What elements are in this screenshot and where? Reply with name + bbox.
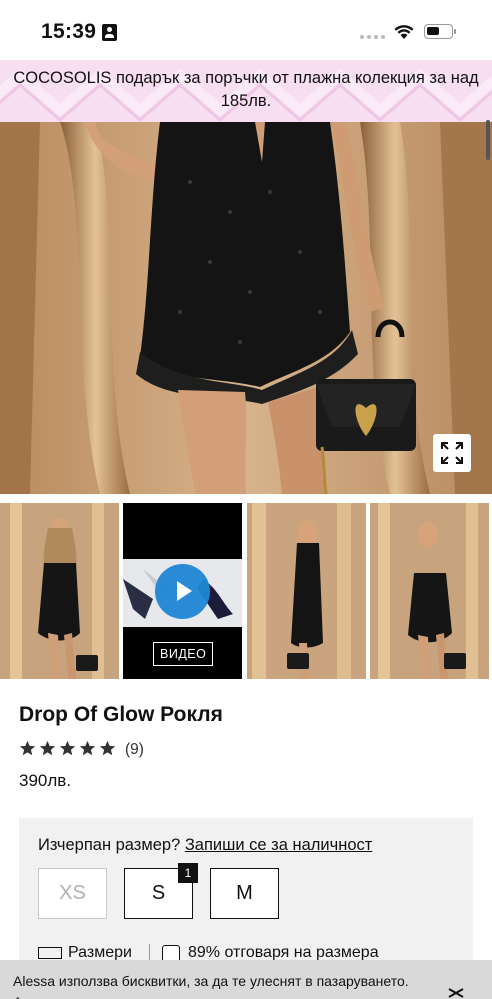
- id-card-icon: [102, 24, 117, 41]
- star-icon: [99, 740, 116, 756]
- product-title: Drop Of Glow Рокля: [19, 703, 223, 726]
- battery-tip: [454, 29, 456, 34]
- star-icon: [39, 740, 56, 756]
- wifi-icon: [394, 25, 414, 39]
- notify-availability-link[interactable]: Запиши се за наличност: [185, 836, 373, 854]
- close-icon[interactable]: [446, 987, 466, 999]
- out-of-stock-prompt: Изчерпан размер? Запиши се за наличност: [38, 836, 372, 855]
- play-icon[interactable]: [155, 564, 210, 619]
- size-option-m[interactable]: M: [210, 868, 279, 919]
- status-bar: 15:39: [0, 0, 492, 60]
- star-icon: [19, 740, 36, 756]
- size-option-xs[interactable]: XS: [38, 868, 107, 919]
- thumbnail-1[interactable]: [0, 503, 119, 679]
- battery-icon: [424, 24, 453, 39]
- product-price: 390лв.: [19, 771, 72, 790]
- review-count-link[interactable]: (9): [125, 741, 144, 759]
- fullscreen-button[interactable]: [433, 434, 471, 472]
- status-time: 15:39: [41, 20, 97, 43]
- star-icon: [79, 740, 96, 756]
- ruler-icon: [38, 947, 62, 959]
- video-label: ВИДЕО: [153, 642, 214, 666]
- thumbnail-4[interactable]: [370, 503, 489, 679]
- star-icon: [59, 740, 76, 756]
- rating-stars[interactable]: [19, 740, 116, 757]
- cookie-text: Alessa използва бисквитки, за да те улес…: [13, 973, 420, 999]
- out-of-stock-label: Изчерпан размер?: [38, 836, 181, 854]
- expand-icon: [441, 442, 463, 464]
- cookie-banner: Alessa използва бисквитки, за да те улес…: [0, 960, 492, 999]
- thumbnail-3[interactable]: [247, 503, 366, 679]
- size-stock-badge: 1: [178, 863, 198, 883]
- signal-dots-icon: [360, 35, 385, 39]
- page-scrollbar[interactable]: [486, 120, 490, 160]
- thumbnail-video[interactable]: ВИДЕО: [123, 503, 242, 679]
- promo-banner[interactable]: COCOSOLIS подарък за поръчки от плажна к…: [0, 60, 492, 122]
- promo-text: COCOSOLIS подарък за поръчки от плажна к…: [13, 69, 479, 110]
- product-main-image[interactable]: [0, 122, 492, 494]
